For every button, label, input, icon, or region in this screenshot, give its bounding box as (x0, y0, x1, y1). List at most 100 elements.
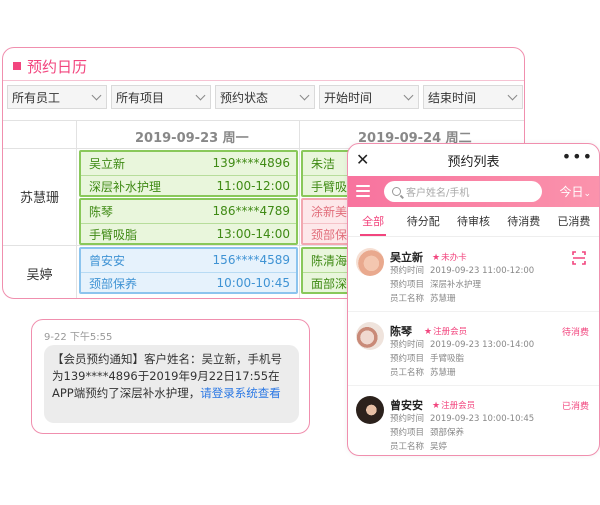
info-key: 员工名称 (390, 294, 425, 304)
search-icon (392, 187, 401, 196)
appointment-card[interactable]: 曾安安 156****4589 颈部保养 10:00-10:45 (79, 247, 298, 294)
sms-login-link[interactable]: 请登录系统查看 (200, 386, 281, 400)
calendar-title: 预约日历 (13, 54, 87, 78)
staff-name: 苏慧珊 (19, 191, 59, 206)
filter-status-select[interactable]: 预约状态 (215, 85, 315, 109)
chevron-down-icon: ⌄ (583, 189, 591, 199)
filter-label: 所有项目 (116, 90, 165, 105)
info-key: 员工名称 (390, 442, 425, 452)
list-item[interactable]: 吴立新 ★未办卡 待 预约时间 2019-09-23 11:00-12:00 预约… (348, 238, 599, 312)
appointment-card[interactable]: 陈琴 186****4789 手臂吸脂 13:00-14:00 (79, 198, 298, 245)
info-value: 2019-09-23 11:00-12:00 (430, 266, 535, 276)
info-value: 手臂吸脂 (430, 354, 465, 364)
menu-icon[interactable] (356, 185, 370, 197)
search-input[interactable]: 客户姓名/手机 (384, 181, 542, 202)
info-key: 员工名称 (390, 368, 425, 378)
appointment-phone: 139****4896 (212, 156, 290, 170)
more-icon[interactable]: ••• (562, 147, 593, 166)
appointment-name: 陈清海 (311, 253, 348, 268)
appointment-info: 预约时间 2019-09-23 11:00-12:00 预约项目 深层补水护理 员工… (390, 264, 534, 306)
filter-project-select[interactable]: 所有项目 (111, 85, 211, 109)
star-icon: ★ (424, 327, 433, 337)
appointment-name: 涂新美 (311, 204, 348, 219)
chevron-down-icon (507, 90, 518, 100)
scan-icon[interactable] (567, 246, 591, 270)
title-marker-icon (13, 62, 21, 70)
chevron-down-icon (91, 90, 102, 100)
star-icon: ★ (432, 253, 441, 263)
appointment-time: 13:00-14:00 (216, 227, 291, 241)
date-header: 2019-09-23 周一 (135, 131, 249, 146)
filter-label: 所有员工 (12, 90, 61, 105)
sms-bubble: 【会员预约通知】客户姓名：吴立新，手机号为139****4896于2019年9月… (44, 345, 299, 423)
info-value: 颈部保养 (430, 428, 465, 438)
appointment-service: 颈部保养 (89, 276, 138, 291)
search-placeholder: 客户姓名/手机 (406, 188, 470, 199)
appointment-info: 预约时间 2019-09-23 10:00-10:45 预约项目 颈部保养 员工名称… (390, 412, 534, 454)
list-item[interactable]: 曾安安 ★注册会员 已消费 预约时间 2019-09-23 10:00-10:45… (348, 386, 599, 455)
status-badge: 待消费 (561, 328, 589, 338)
tab-to-review[interactable]: 待审核 (448, 207, 498, 236)
member-tag: ★注册会员 (424, 325, 467, 337)
tab-to-assign[interactable]: 待分配 (398, 207, 448, 236)
staff-name: 吴婷 (26, 268, 53, 283)
tab-all[interactable]: 全部 (348, 207, 398, 236)
search-bar: 客户姓名/手机 今日⌄ (348, 176, 599, 207)
appointment-name: 吴立新 (89, 156, 126, 171)
appointment-service: 手臂吸脂 (89, 227, 138, 242)
info-key: 预约项目 (390, 428, 425, 438)
appointment-phone: 186****4789 (212, 204, 290, 218)
info-key: 预约项目 (390, 280, 425, 290)
list-item[interactable]: 陈琴 ★注册会员 待消费 预约时间 2019-09-23 13:00-14:00 … (348, 312, 599, 386)
divider (3, 80, 524, 81)
appointment-info: 预约时间 2019-09-23 13:00-14:00 预约项目 手臂吸脂 员工名称… (390, 338, 534, 380)
info-value: 苏慧珊 (430, 294, 456, 304)
info-value: 深层补水护理 (430, 280, 482, 290)
filter-label: 预约状态 (220, 90, 269, 105)
member-tag-label: 注册会员 (441, 401, 476, 411)
mobile-appointment-list: ✕ 预约列表 ••• 客户姓名/手机 今日⌄ 全部 待分配 待审核 待消费 已消… (347, 143, 600, 456)
today-filter-button[interactable]: 今日⌄ (559, 183, 591, 200)
appointment-name: 陈琴 (89, 204, 114, 219)
filter-end-time-select[interactable]: 结束时间 (423, 85, 523, 109)
status-badge: 已消费 (561, 402, 589, 412)
info-key: 预约时间 (390, 266, 425, 276)
customer-name: 吴立新 (390, 251, 423, 264)
appointment-card[interactable]: 吴立新 139****4896 深层补水护理 11:00-12:00 (79, 150, 298, 197)
info-value: 2019-09-23 13:00-14:00 (430, 340, 535, 350)
tab-consumed[interactable]: 已消费 (549, 207, 599, 236)
avatar (356, 396, 384, 424)
member-tag: ★未办卡 (432, 251, 467, 263)
appointment-service: 手臂吸 (311, 179, 348, 194)
appointment-phone: 156****4589 (212, 253, 290, 267)
filter-staff-select[interactable]: 所有员工 (7, 85, 107, 109)
avatar (356, 322, 384, 350)
today-label: 今日 (559, 185, 584, 199)
chevron-down-icon (299, 90, 310, 100)
star-icon: ★ (432, 401, 441, 411)
sms-panel: 9-22 下午5:55 【会员预约通知】客户姓名：吴立新，手机号为139****… (31, 319, 310, 434)
filter-label: 开始时间 (324, 90, 373, 105)
filter-start-time-select[interactable]: 开始时间 (319, 85, 419, 109)
info-value: 吴婷 (430, 442, 448, 452)
member-tag: ★注册会员 (432, 399, 475, 411)
info-key: 预约时间 (390, 340, 425, 350)
tab-to-consume[interactable]: 待消费 (499, 207, 549, 236)
chevron-down-icon (195, 90, 206, 100)
appointment-name: 朱洁 (311, 156, 336, 171)
filter-label: 结束时间 (428, 90, 477, 105)
appointment-name: 曾安安 (89, 253, 126, 268)
status-tabs: 全部 待分配 待审核 待消费 已消费 (348, 207, 599, 237)
mobile-header: ✕ 预约列表 ••• (348, 144, 599, 176)
filter-bar: 所有员工 所有项目 预约状态 开始时间 结束时间 (7, 85, 523, 109)
info-key: 预约项目 (390, 354, 425, 364)
customer-name: 陈琴 (390, 325, 412, 338)
info-value: 苏慧珊 (430, 368, 456, 378)
sms-timestamp: 9-22 下午5:55 (44, 332, 113, 343)
member-tag-label: 注册会员 (433, 327, 468, 337)
appointment-service: 深层补水护理 (89, 179, 162, 194)
appointment-service: 颈部保 (311, 227, 348, 242)
appointment-time: 10:00-10:45 (216, 276, 291, 290)
calendar-title-text: 预约日历 (27, 57, 88, 76)
info-key: 预约时间 (390, 414, 425, 424)
